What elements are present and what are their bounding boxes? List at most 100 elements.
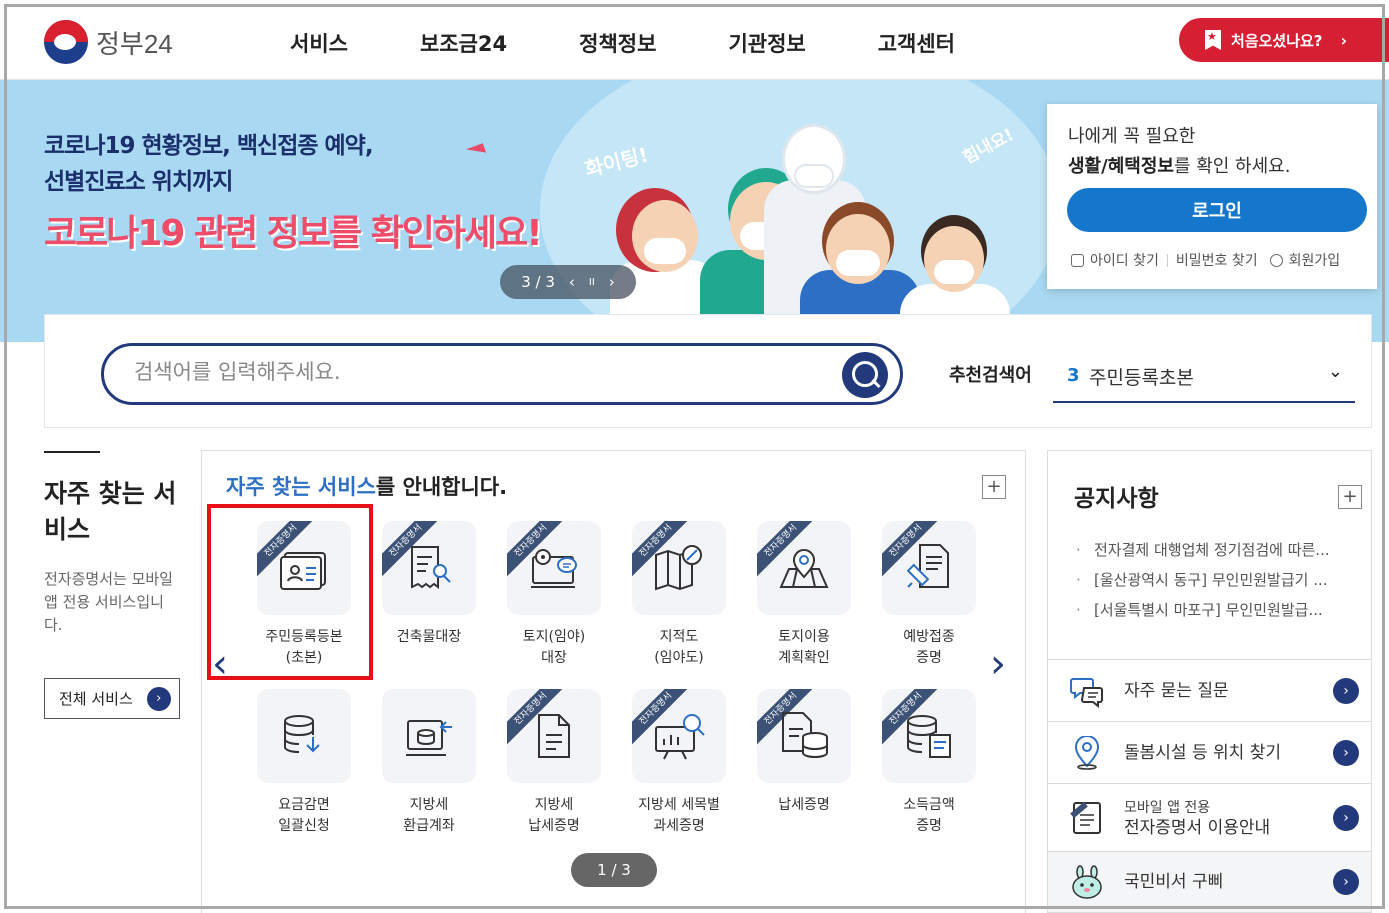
land-map-icon [531, 549, 577, 588]
logo-text: 정부24 [96, 28, 173, 59]
service-tile [382, 689, 476, 783]
database-document-icon [907, 715, 951, 758]
login-card-line-2: 생활/혜택정보를 확인 하세요. [1068, 152, 1290, 178]
service-building-register[interactable]: 전자증명서 건축물대장 [367, 521, 491, 648]
service-label: 예방접종 증명 [903, 629, 955, 666]
chart-search-icon [655, 714, 705, 760]
nav-item-services[interactable]: 서비스 [290, 28, 348, 58]
service-fee-reduction[interactable]: 요금감면 일괄신청 [242, 689, 366, 837]
banner-prev-button[interactable]: ‹ [569, 273, 575, 291]
first-visit-button[interactable]: 처음오셨나요? › [1179, 18, 1389, 62]
service-tile: 전자증명서 [507, 689, 601, 783]
service-local-tax-refund[interactable]: 지방세 환급계좌 [367, 689, 491, 837]
recommend-rank: 3 [1067, 365, 1080, 386]
service-tile: 전자증명서 [507, 521, 601, 615]
search-input[interactable] [134, 360, 814, 384]
quick-link-label: 모바일 앱 전용 전자증명서 이용안내 [1124, 798, 1333, 838]
service-tile: 전자증명서 [757, 689, 851, 783]
service-tile [257, 689, 351, 783]
service-cadastral-map[interactable]: 전자증명서 지적도 (임야도) [617, 521, 741, 669]
quick-link-label: 돌봄시설 등 위치 찾기 [1124, 742, 1281, 763]
service-tax-payment-certificate[interactable]: 전자증명서 납세증명 [742, 689, 866, 816]
document-search-icon [411, 546, 451, 589]
arrow-right-icon: › [1333, 869, 1359, 895]
service-land-use-plan[interactable]: 전자증명서 토지이용 계획확인 [742, 521, 866, 669]
banner-line-2: 선별진료소 위치까지 [44, 169, 233, 195]
recommend-keyword[interactable]: 주민등록초본 [1089, 363, 1194, 390]
services-next-button[interactable]: › [990, 641, 1006, 687]
search-panel: 추천검색어 3 주민등록초본 ⌄ [44, 314, 1372, 428]
nav-item-customer-center[interactable]: 고객센터 [878, 28, 955, 58]
service-tile: 전자증명서 [632, 689, 726, 783]
location-pin-icon [1070, 734, 1104, 770]
services-more-button[interactable]: + [982, 475, 1006, 499]
notice-item[interactable]: [울산광역시 동구] 무인민원발급기 ... [1074, 565, 1362, 595]
login-card-bold: 생활/혜택정보 [1068, 156, 1174, 177]
quick-link-label: 국민비서 구삐 [1124, 872, 1224, 892]
notice-item[interactable]: [서울특별시 마포구] 무인민원발급... [1074, 595, 1362, 625]
banner-page-indicator: 3 / 3 [521, 273, 555, 291]
notice-panel: 공지사항 + 전자결제 대행업체 정기점검에 따른... [울산광역시 동구] … [1047, 450, 1372, 660]
chevron-right-icon: › [1340, 30, 1348, 50]
login-card: 나에게 꼭 필요한 생활/혜택정보를 확인 하세요. 로그인 아이디 찾기 비밀… [1047, 104, 1377, 289]
login-card-rest: 를 확인 하세요. [1173, 156, 1291, 177]
service-tile: 전자증명서 [882, 521, 976, 615]
banner-deco-fighting: 화이팅! [582, 142, 651, 182]
notice-item[interactable]: 전자결제 대행업체 정기점검에 따른... [1074, 535, 1362, 565]
service-label: 요금감면 일괄신청 [278, 797, 330, 834]
services-heading-rest: 를 안내합니다. [375, 475, 508, 499]
sidebar-accent-line [44, 451, 100, 453]
find-id-link[interactable]: 아이디 찾기 [1090, 250, 1159, 270]
divider [1166, 253, 1168, 267]
logo[interactable]: 정부24 [44, 20, 173, 64]
search-box [101, 343, 903, 405]
service-label: 납세증명 [778, 797, 830, 813]
quick-link-faq[interactable]: 자주 묻는 질문 › [1047, 660, 1372, 722]
quick-link-care-facility[interactable]: 돌봄시설 등 위치 찾기 › [1047, 722, 1372, 784]
banner-next-button[interactable]: › [609, 273, 615, 291]
nav-item-institution[interactable]: 기관정보 [728, 28, 805, 58]
service-local-tax-by-item[interactable]: 전자증명서 지방세 세목별 과세증명 [617, 689, 741, 837]
find-password-link[interactable]: 비밀번호 찾기 [1176, 250, 1258, 270]
header: 정부24 서비스 보조금24 정책정보 기관정보 고객센터 처음오셨나요? › [0, 0, 1389, 80]
database-download-icon [284, 715, 320, 753]
signup-link[interactable]: 회원가입 [1289, 250, 1341, 270]
triangle-decoration [465, 143, 487, 159]
service-tile: 전자증명서 [882, 689, 976, 783]
banner-deco-cheer: 힘내요! [959, 125, 1018, 169]
quick-link-e-certificate-guide[interactable]: 모바일 앱 전용 전자증명서 이용안내 › [1047, 784, 1372, 852]
notice-more-button[interactable]: + [1338, 485, 1362, 509]
service-local-tax-payment[interactable]: 전자증명서 지방세 납세증명 [492, 689, 616, 837]
service-land-register[interactable]: 전자증명서 토지(임야) 대장 [492, 521, 616, 669]
notice-list: 전자결제 대행업체 정기점검에 따른... [울산광역시 동구] 무인민원발급기… [1074, 535, 1362, 625]
arrow-right-icon: › [1333, 739, 1359, 766]
search-icon[interactable] [842, 352, 888, 398]
document-database-icon [782, 712, 828, 759]
nav-item-policy[interactable]: 정책정보 [579, 28, 656, 58]
syringe-icon [906, 544, 949, 588]
arrow-right-icon: › [146, 686, 171, 711]
all-services-label: 전체 서비스 [59, 690, 133, 708]
service-tile: 전자증명서 [632, 521, 726, 615]
service-label: 지적도 (임야도) [654, 629, 704, 666]
service-tile: 전자증명서 [382, 521, 476, 615]
banner-pause-button[interactable]: II [589, 277, 595, 288]
service-label: 건축물대장 [396, 629, 462, 645]
service-label: 지방세 환급계좌 [403, 797, 455, 834]
quick-link-small-label: 모바일 앱 전용 [1124, 799, 1211, 816]
service-vaccination-certificate[interactable]: 전자증명서 예방접종 증명 [867, 521, 991, 669]
services-heading: 자주 찾는 서비스를 안내합니다. [226, 471, 507, 501]
recommend-label: 추천검색어 [949, 365, 1032, 386]
chat-icon [1070, 674, 1104, 708]
arrow-right-icon: › [1333, 677, 1359, 704]
main-nav: 서비스 보조금24 정책정보 기관정보 고객센터 [290, 28, 1027, 58]
nav-item-subsidy[interactable]: 보조금24 [420, 28, 507, 58]
login-button[interactable]: 로그인 [1067, 188, 1367, 232]
user-icon [1269, 253, 1283, 267]
recommend-dropdown[interactable]: 3 주민등록초본 ⌄ [1053, 347, 1355, 403]
chevron-down-icon[interactable]: ⌄ [1328, 361, 1343, 382]
all-services-button[interactable]: 전체 서비스 › [44, 678, 180, 719]
service-income-certificate[interactable]: 전자증명서 소득금액 증명 [867, 689, 991, 837]
quick-link-gubbi[interactable]: 국민비서 구삐 › [1047, 852, 1372, 913]
first-visit-label: 처음오셨나요? [1231, 31, 1323, 50]
